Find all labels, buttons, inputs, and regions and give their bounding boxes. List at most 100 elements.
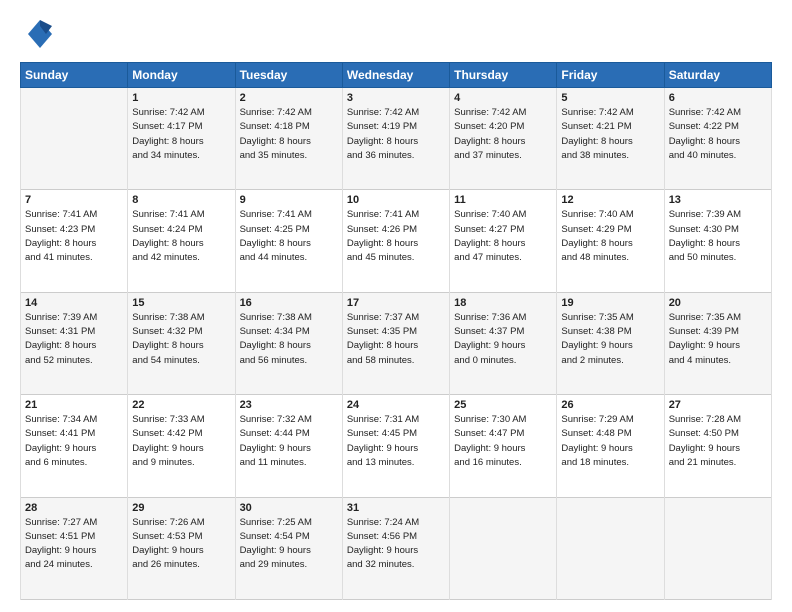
day-number: 1 [132,92,230,104]
day-cell: 30Sunrise: 7:25 AMSunset: 4:54 PMDayligh… [235,497,342,599]
daylight: Daylight: 9 hours [454,339,552,353]
daylight: Daylight: 8 hours [132,135,230,149]
sunset: Sunset: 4:25 PM [240,223,338,237]
day-info: Sunrise: 7:35 AMSunset: 4:38 PMDaylight:… [561,311,659,368]
daylight: Daylight: 8 hours [240,339,338,353]
daylight-continued: and 45 minutes. [347,251,445,265]
day-cell: 13Sunrise: 7:39 AMSunset: 4:30 PMDayligh… [664,190,771,292]
week-row-2: 7Sunrise: 7:41 AMSunset: 4:23 PMDaylight… [21,190,772,292]
sunrise: Sunrise: 7:39 AM [25,311,123,325]
header-tuesday: Tuesday [235,63,342,88]
day-info: Sunrise: 7:40 AMSunset: 4:29 PMDaylight:… [561,208,659,265]
daylight-continued: and 29 minutes. [240,558,338,572]
daylight-continued: and 0 minutes. [454,354,552,368]
daylight: Daylight: 9 hours [25,442,123,456]
day-info: Sunrise: 7:38 AMSunset: 4:34 PMDaylight:… [240,311,338,368]
week-row-3: 14Sunrise: 7:39 AMSunset: 4:31 PMDayligh… [21,292,772,394]
sunrise: Sunrise: 7:39 AM [669,208,767,222]
daylight-continued: and 41 minutes. [25,251,123,265]
sunrise: Sunrise: 7:30 AM [454,413,552,427]
daylight: Daylight: 9 hours [669,442,767,456]
day-number: 19 [561,297,659,309]
daylight: Daylight: 9 hours [347,442,445,456]
sunrise: Sunrise: 7:34 AM [25,413,123,427]
sunrise: Sunrise: 7:27 AM [25,516,123,530]
daylight-continued: and 47 minutes. [454,251,552,265]
day-number: 26 [561,399,659,411]
day-info: Sunrise: 7:37 AMSunset: 4:35 PMDaylight:… [347,311,445,368]
day-cell: 4Sunrise: 7:42 AMSunset: 4:20 PMDaylight… [450,88,557,190]
daylight: Daylight: 8 hours [240,237,338,251]
daylight: Daylight: 8 hours [25,339,123,353]
day-info: Sunrise: 7:42 AMSunset: 4:21 PMDaylight:… [561,106,659,163]
daylight: Daylight: 8 hours [132,339,230,353]
daylight-continued: and 32 minutes. [347,558,445,572]
day-info: Sunrise: 7:34 AMSunset: 4:41 PMDaylight:… [25,413,123,470]
day-number: 28 [25,502,123,514]
day-number: 20 [669,297,767,309]
daylight: Daylight: 9 hours [454,442,552,456]
day-cell: 11Sunrise: 7:40 AMSunset: 4:27 PMDayligh… [450,190,557,292]
sunset: Sunset: 4:50 PM [669,427,767,441]
day-cell: 6Sunrise: 7:42 AMSunset: 4:22 PMDaylight… [664,88,771,190]
daylight-continued: and 35 minutes. [240,149,338,163]
sunset: Sunset: 4:56 PM [347,530,445,544]
daylight-continued: and 58 minutes. [347,354,445,368]
day-cell: 25Sunrise: 7:30 AMSunset: 4:47 PMDayligh… [450,395,557,497]
sunset: Sunset: 4:27 PM [454,223,552,237]
daylight-continued: and 38 minutes. [561,149,659,163]
header-monday: Monday [128,63,235,88]
day-number: 27 [669,399,767,411]
daylight: Daylight: 8 hours [454,237,552,251]
day-info: Sunrise: 7:24 AMSunset: 4:56 PMDaylight:… [347,516,445,573]
day-info: Sunrise: 7:28 AMSunset: 4:50 PMDaylight:… [669,413,767,470]
day-cell: 26Sunrise: 7:29 AMSunset: 4:48 PMDayligh… [557,395,664,497]
sunset: Sunset: 4:29 PM [561,223,659,237]
daylight-continued: and 9 minutes. [132,456,230,470]
daylight-continued: and 40 minutes. [669,149,767,163]
daylight: Daylight: 8 hours [561,135,659,149]
day-cell: 22Sunrise: 7:33 AMSunset: 4:42 PMDayligh… [128,395,235,497]
daylight-continued: and 6 minutes. [25,456,123,470]
day-cell: 8Sunrise: 7:41 AMSunset: 4:24 PMDaylight… [128,190,235,292]
day-info: Sunrise: 7:42 AMSunset: 4:17 PMDaylight:… [132,106,230,163]
sunrise: Sunrise: 7:40 AM [454,208,552,222]
sunset: Sunset: 4:42 PM [132,427,230,441]
day-number: 22 [132,399,230,411]
day-number: 16 [240,297,338,309]
daylight: Daylight: 8 hours [132,237,230,251]
week-row-5: 28 Sunrise: 7:27 AMSunset: 4:51 PMDayligh… [21,497,772,599]
sunrise: Sunrise: 7:26 AM [132,516,230,530]
sunrise: Sunrise: 7:38 AM [240,311,338,325]
day-cell [664,497,771,599]
sunset: Sunset: 4:32 PM [132,325,230,339]
sunrise: Sunrise: 7:37 AM [347,311,445,325]
header-wednesday: Wednesday [342,63,449,88]
sunrise: Sunrise: 7:42 AM [561,106,659,120]
sunset: Sunset: 4:35 PM [347,325,445,339]
daylight: Daylight: 9 hours [25,544,123,558]
daylight: Daylight: 8 hours [561,237,659,251]
sunrise: Sunrise: 7:42 AM [347,106,445,120]
sunset: Sunset: 4:37 PM [454,325,552,339]
day-number: 10 [347,194,445,206]
sunset: Sunset: 4:54 PM [240,530,338,544]
sunset: Sunset: 4:38 PM [561,325,659,339]
sunset: Sunset: 4:19 PM [347,120,445,134]
sunset: Sunset: 4:45 PM [347,427,445,441]
logo-icon [20,16,56,52]
sunrise: Sunrise: 7:42 AM [454,106,552,120]
day-info: Sunrise: 7:42 AMSunset: 4:20 PMDaylight:… [454,106,552,163]
daylight: Daylight: 8 hours [669,237,767,251]
sunrise: Sunrise: 7:25 AM [240,516,338,530]
daylight-continued: and 21 minutes. [669,456,767,470]
sunrise: Sunrise: 7:40 AM [561,208,659,222]
day-cell [450,497,557,599]
day-cell: 1 Sunrise: 7:42 AMSunset: 4:17 PMDaylight… [128,88,235,190]
day-info: Sunrise: 7:41 AMSunset: 4:26 PMDaylight:… [347,208,445,265]
sunrise: Sunrise: 7:33 AM [132,413,230,427]
daylight: Daylight: 9 hours [347,544,445,558]
daylight: Daylight: 9 hours [669,339,767,353]
day-info: Sunrise: 7:27 AMSunset: 4:51 PMDaylight:… [25,516,123,573]
sunset: Sunset: 4:48 PM [561,427,659,441]
